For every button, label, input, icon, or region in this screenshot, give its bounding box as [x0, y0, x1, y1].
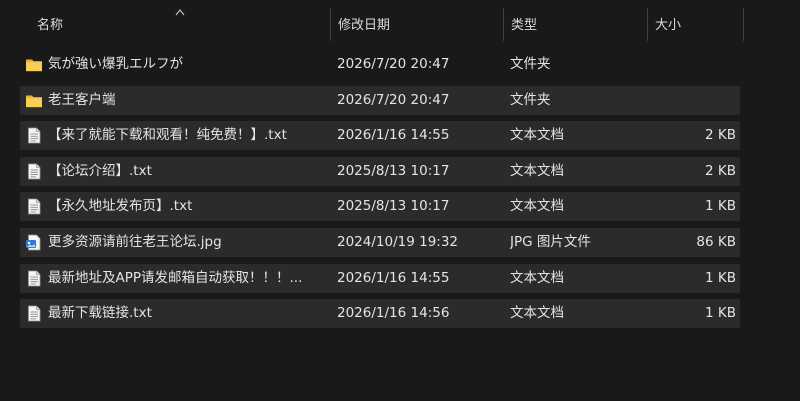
file-row[interactable]: 気が強い爆乳エルフが 2026/7/20 20:47 文件夹	[20, 50, 740, 79]
file-size: 1 KB	[705, 198, 736, 215]
column-header-size[interactable]: 大小	[648, 8, 743, 41]
file-size: 1 KB	[705, 305, 736, 322]
file-size: 86 KB	[696, 233, 736, 250]
file-row[interactable]: 【论坛介绍】.txt 2025/8/13 10:17 文本文档 2 KB	[20, 156, 740, 186]
file-type: 文件夹	[510, 56, 551, 72]
file-modified-date: 2026/1/16 14:56	[337, 305, 450, 322]
file-size	[650, 86, 736, 115]
file-modified-date: 2025/8/13 10:17	[337, 162, 450, 179]
image-file-icon	[25, 234, 43, 251]
text-file-icon	[25, 127, 43, 144]
file-name: 最新地址及APP请发邮箱自动获取！！！...	[48, 269, 303, 286]
file-name: 老王客户端	[48, 91, 116, 108]
file-modified-date: 2026/7/20 20:47	[337, 91, 450, 108]
file-list: 気が強い爆乳エルフが 2026/7/20 20:47 文件夹 老王客户端 2026/7/…	[20, 50, 740, 335]
file-row[interactable]: 【来了就能下载和观看！纯免费！】.txt 2026/1/16 14:55 文本文档 2…	[20, 121, 740, 151]
file-modified-date: 2024/10/19 19:32	[337, 233, 459, 250]
file-name: 【论坛介绍】.txt	[48, 162, 152, 179]
file-type: 文本文档	[510, 127, 564, 144]
file-name: 【来了就能下载和观看！纯免费！】.txt	[48, 127, 287, 144]
file-modified-date: 2025/8/13 10:17	[337, 198, 450, 215]
file-name: 最新下载链接.txt	[48, 305, 152, 322]
text-file-icon	[25, 270, 43, 287]
file-size	[650, 50, 736, 79]
file-size: 1 KB	[705, 269, 736, 286]
file-type: 文本文档	[510, 305, 564, 322]
file-modified-date: 2026/7/20 20:47	[337, 56, 450, 72]
text-file-icon	[25, 305, 43, 322]
text-file-icon	[25, 198, 43, 215]
file-modified-date: 2026/1/16 14:55	[337, 127, 450, 144]
folder-icon	[25, 56, 43, 73]
file-name: 気が強い爆乳エルフが	[48, 56, 183, 72]
file-type: 文本文档	[510, 162, 564, 179]
column-header-name[interactable]: 名称	[30, 8, 330, 41]
file-type: 文本文档	[510, 198, 564, 215]
file-type: 文本文档	[510, 269, 564, 286]
file-row[interactable]: 最新地址及APP请发邮箱自动获取！！！... 2026/1/16 14:55 文本文…	[20, 263, 740, 293]
text-file-icon	[25, 163, 43, 180]
file-type: 文件夹	[510, 91, 551, 108]
file-size: 2 KB	[705, 162, 736, 179]
file-modified-date: 2026/1/16 14:55	[337, 269, 450, 286]
file-name: 更多资源请前往老王论坛.jpg	[48, 233, 222, 250]
file-explorer: 名称 修改日期 类型 大小 気が強い爆乳エルフが 2026/7/20 20:47 文…	[0, 0, 800, 401]
column-header-type[interactable]: 类型	[504, 8, 647, 41]
file-row[interactable]: 更多资源请前往老王论坛.jpg 2024/10/19 19:32 JPG 图片文件 8…	[20, 227, 740, 257]
column-header-bar: 名称 修改日期 类型 大小	[20, 8, 744, 41]
file-row[interactable]: 【永久地址发布页】.txt 2025/8/13 10:17 文本文档 1 KB	[20, 192, 740, 222]
file-row[interactable]: 最新下载链接.txt 2026/1/16 14:56 文本文档 1 KB	[20, 299, 740, 329]
folder-icon	[25, 92, 43, 109]
file-row[interactable]: 老王客户端 2026/7/20 20:47 文件夹	[20, 85, 740, 115]
file-name: 【永久地址发布页】.txt	[48, 198, 193, 215]
column-divider[interactable]	[743, 8, 744, 41]
column-header-date[interactable]: 修改日期	[331, 8, 503, 41]
file-type: JPG 图片文件	[510, 233, 591, 250]
file-size: 2 KB	[705, 127, 736, 144]
